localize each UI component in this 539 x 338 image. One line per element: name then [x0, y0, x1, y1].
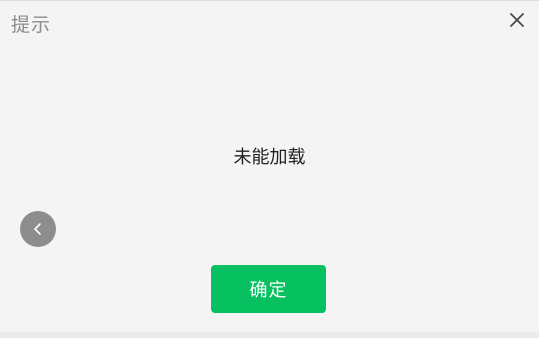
confirm-button[interactable]: 确定: [211, 265, 326, 313]
dialog-title: 提示: [11, 14, 52, 36]
alert-dialog: 提示 未能加载 确定: [0, 0, 539, 338]
back-button[interactable]: [20, 211, 56, 247]
dialog-bottom-divider: [0, 332, 539, 338]
chevron-left-icon: [32, 222, 44, 236]
close-button[interactable]: [506, 9, 528, 31]
message-text: 未能加载: [233, 147, 306, 168]
close-icon: [510, 13, 524, 27]
